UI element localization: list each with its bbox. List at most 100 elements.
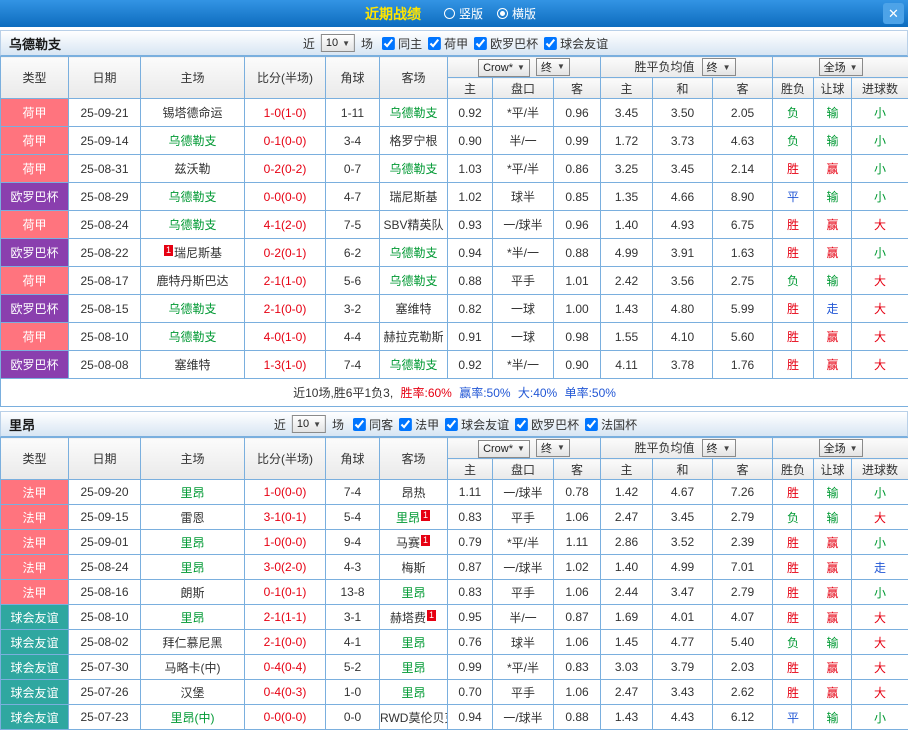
team-link[interactable]: 朗斯: [180, 586, 204, 600]
away-team-cell[interactable]: 里昂: [380, 580, 448, 605]
checkbox-input[interactable]: [428, 37, 441, 50]
team-link[interactable]: 里昂: [401, 661, 425, 675]
filter-checkbox-同主[interactable]: 同主: [382, 35, 422, 52]
team-link[interactable]: 乌德勒支: [389, 106, 437, 120]
away-team-cell[interactable]: SBV精英队: [380, 211, 448, 239]
odds-time-select[interactable]: 终▼: [536, 439, 570, 457]
checkbox-input[interactable]: [515, 418, 528, 431]
home-team-cell[interactable]: 乌德勒支: [141, 183, 245, 211]
checkbox-input[interactable]: [353, 418, 366, 431]
filter-checkbox-法甲[interactable]: 法甲: [399, 416, 439, 433]
team-link[interactable]: 里昂: [180, 561, 204, 575]
team-link[interactable]: 乌德勒支: [168, 302, 216, 316]
radio-icon[interactable]: [444, 8, 455, 19]
home-team-cell[interactable]: 里昂: [141, 480, 245, 505]
filter-checkbox-球会友谊[interactable]: 球会友谊: [544, 35, 608, 52]
away-team-cell[interactable]: 塞维特: [380, 295, 448, 323]
team-link[interactable]: 塞维特: [395, 302, 431, 316]
filter-checkbox-法国杯[interactable]: 法国杯: [585, 416, 637, 433]
away-team-cell[interactable]: 里昂: [380, 680, 448, 705]
team-link[interactable]: 昂热: [401, 486, 425, 500]
team-link[interactable]: 格罗宁根: [389, 134, 437, 148]
away-team-cell[interactable]: 昂热: [380, 480, 448, 505]
team-link[interactable]: 瑞尼斯基: [389, 190, 437, 204]
home-team-cell[interactable]: 里昂: [141, 530, 245, 555]
team-link[interactable]: 马赛: [396, 536, 420, 550]
avg-time-select[interactable]: 终▼: [702, 58, 736, 76]
team-link[interactable]: 鹿特丹斯巴达: [156, 274, 228, 288]
home-team-cell[interactable]: 马略卡(中): [141, 655, 245, 680]
match-count-select[interactable]: 10▼: [292, 415, 326, 433]
filter-checkbox-欧罗巴杯[interactable]: 欧罗巴杯: [474, 35, 538, 52]
home-team-cell[interactable]: 1瑞尼斯基: [141, 239, 245, 267]
checkbox-input[interactable]: [445, 418, 458, 431]
team-link[interactable]: 拜仁慕尼黑: [162, 636, 222, 650]
filter-checkbox-欧罗巴杯[interactable]: 欧罗巴杯: [515, 416, 579, 433]
home-team-cell[interactable]: 鹿特丹斯巴达: [141, 267, 245, 295]
avg-time-select[interactable]: 终▼: [702, 439, 736, 457]
team-link[interactable]: 乌德勒支: [389, 358, 437, 372]
home-team-cell[interactable]: 兹沃勒: [141, 155, 245, 183]
odds-time-select[interactable]: 终▼: [536, 58, 570, 76]
team-link[interactable]: 乌德勒支: [168, 330, 216, 344]
team-link[interactable]: 乌德勒支: [168, 218, 216, 232]
away-team-cell[interactable]: 里昂: [380, 655, 448, 680]
away-team-cell[interactable]: 乌德勒支: [380, 155, 448, 183]
scope-select[interactable]: 全场▼: [819, 439, 863, 457]
team-link[interactable]: 塞维特: [174, 358, 210, 372]
team-link[interactable]: 瑞尼斯基: [174, 246, 222, 260]
away-team-cell[interactable]: 马赛1: [380, 530, 448, 555]
home-team-cell[interactable]: 拜仁慕尼黑: [141, 630, 245, 655]
team-link[interactable]: 里昂: [396, 511, 420, 525]
team-link[interactable]: 赫拉克勒斯: [383, 330, 443, 344]
home-team-cell[interactable]: 锡塔德命运: [141, 99, 245, 127]
team-link[interactable]: 汉堡: [180, 686, 204, 700]
odds-company-select[interactable]: Crow*▼: [478, 59, 530, 77]
away-team-cell[interactable]: 梅斯: [380, 555, 448, 580]
home-team-cell[interactable]: 朗斯: [141, 580, 245, 605]
scope-select[interactable]: 全场▼: [819, 58, 863, 76]
home-team-cell[interactable]: 乌德勒支: [141, 323, 245, 351]
match-count-select[interactable]: 10▼: [321, 34, 355, 52]
away-team-cell[interactable]: 赫塔费1: [380, 605, 448, 630]
close-button[interactable]: ✕: [883, 3, 904, 24]
team-link[interactable]: 里昂: [180, 486, 204, 500]
team-link[interactable]: 乌德勒支: [389, 246, 437, 260]
home-team-cell[interactable]: 塞维特: [141, 351, 245, 379]
radio-icon[interactable]: [497, 8, 508, 19]
team-link[interactable]: 里昂: [401, 686, 425, 700]
team-link[interactable]: 里昂(中): [171, 711, 215, 725]
away-team-cell[interactable]: 瑞尼斯基: [380, 183, 448, 211]
checkbox-input[interactable]: [399, 418, 412, 431]
team-link[interactable]: SBV精英队: [383, 218, 443, 232]
team-link[interactable]: 锡塔德命运: [162, 106, 222, 120]
away-team-cell[interactable]: 格罗宁根: [380, 127, 448, 155]
filter-checkbox-球会友谊[interactable]: 球会友谊: [445, 416, 509, 433]
team-link[interactable]: RWD莫伦贝克: [380, 711, 448, 725]
away-team-cell[interactable]: 乌德勒支: [380, 99, 448, 127]
away-team-cell[interactable]: 里昂: [380, 630, 448, 655]
team-link[interactable]: 赫塔费: [390, 611, 426, 625]
team-link[interactable]: 里昂: [401, 586, 425, 600]
team-link[interactable]: 马略卡(中): [165, 661, 221, 675]
home-team-cell[interactable]: 雷恩: [141, 505, 245, 530]
filter-checkbox-同客[interactable]: 同客: [353, 416, 393, 433]
team-link[interactable]: 乌德勒支: [389, 162, 437, 176]
team-link[interactable]: 雷恩: [180, 511, 204, 525]
radio-horizontal-layout[interactable]: 横版: [497, 5, 536, 22]
away-team-cell[interactable]: 乌德勒支: [380, 239, 448, 267]
team-link[interactable]: 乌德勒支: [168, 190, 216, 204]
team-link[interactable]: 兹沃勒: [174, 162, 210, 176]
radio-vertical-layout[interactable]: 竖版: [444, 5, 483, 22]
away-team-cell[interactable]: RWD莫伦贝克: [380, 705, 448, 730]
away-team-cell[interactable]: 乌德勒支: [380, 267, 448, 295]
home-team-cell[interactable]: 里昂(中): [141, 705, 245, 730]
team-link[interactable]: 乌德勒支: [389, 274, 437, 288]
team-link[interactable]: 梅斯: [401, 561, 425, 575]
team-link[interactable]: 里昂: [180, 611, 204, 625]
away-team-cell[interactable]: 里昂1: [380, 505, 448, 530]
checkbox-input[interactable]: [544, 37, 557, 50]
away-team-cell[interactable]: 赫拉克勒斯: [380, 323, 448, 351]
home-team-cell[interactable]: 汉堡: [141, 680, 245, 705]
home-team-cell[interactable]: 乌德勒支: [141, 127, 245, 155]
